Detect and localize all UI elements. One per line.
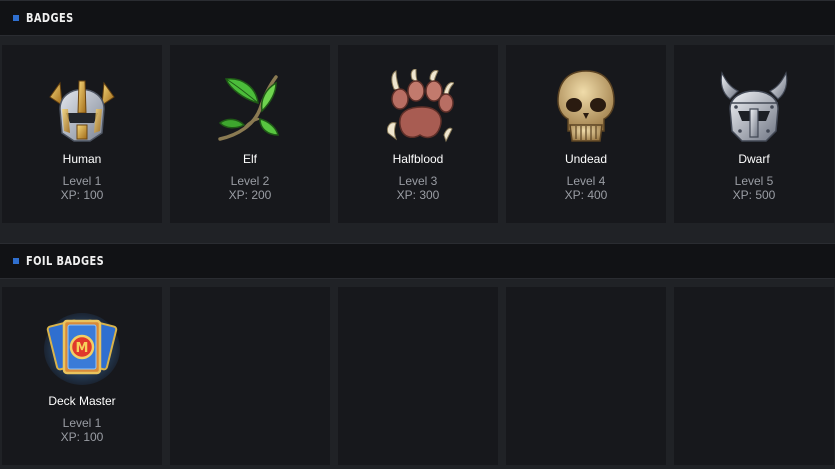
badge-name: Halfblood: [392, 152, 444, 166]
card-deck-icon: M: [42, 309, 122, 389]
badges-grid: Human Level 1 XP: 100 Elf Level 2 XP: 20…: [0, 45, 835, 223]
badge-level: Level 5: [734, 174, 774, 188]
badge-xp: XP: 100: [60, 188, 104, 202]
badge-name: Human: [62, 152, 102, 166]
foil-badges-section-header: FOIL BADGES: [0, 243, 835, 279]
badge-xp: XP: 100: [60, 430, 104, 444]
badge-card-halfblood[interactable]: Halfblood Level 3 XP: 300: [338, 45, 498, 223]
empty-badge-slot: [170, 287, 330, 465]
badge-xp: XP: 500: [732, 188, 776, 202]
badge-name: Elf: [242, 152, 257, 166]
foil-badges-grid: M Deck Master Level 1 XP: 100: [0, 287, 835, 465]
section-marker: [13, 15, 19, 21]
empty-badge-slot: [338, 287, 498, 465]
badge-xp: XP: 400: [564, 188, 608, 202]
empty-badge-slot: [506, 287, 666, 465]
claw-paw-icon: [378, 67, 458, 147]
badge-card-deck-master[interactable]: M Deck Master Level 1 XP: 100: [2, 287, 162, 465]
leaf-branch-icon: [210, 67, 290, 147]
horned-helmet-icon: [714, 67, 794, 147]
svg-text:M: M: [76, 341, 89, 356]
badge-name: Undead: [564, 152, 608, 166]
badge-card-undead[interactable]: Undead Level 4 XP: 400: [506, 45, 666, 223]
badge-xp: XP: 200: [228, 188, 272, 202]
badge-card-human[interactable]: Human Level 1 XP: 100: [2, 45, 162, 223]
badges-title: BADGES: [26, 11, 74, 25]
badge-level: Level 1: [62, 416, 102, 430]
badge-level: Level 4: [566, 174, 606, 188]
badge-card-elf[interactable]: Elf Level 2 XP: 200: [170, 45, 330, 223]
badge-name: Deck Master: [48, 394, 116, 408]
helmet-icon: [42, 67, 122, 147]
badge-level: Level 2: [230, 174, 270, 188]
foil-badges-title: FOIL BADGES: [26, 254, 105, 268]
badge-name: Dwarf: [738, 152, 770, 166]
skull-icon: [546, 67, 626, 147]
badges-section-header: BADGES: [0, 0, 835, 36]
badge-card-dwarf[interactable]: Dwarf Level 5 XP: 500: [674, 45, 834, 223]
badge-level: Level 1: [62, 174, 102, 188]
badge-level: Level 3: [398, 174, 438, 188]
section-marker: [13, 258, 19, 264]
badge-xp: XP: 300: [396, 188, 440, 202]
empty-badge-slot: [674, 287, 834, 465]
